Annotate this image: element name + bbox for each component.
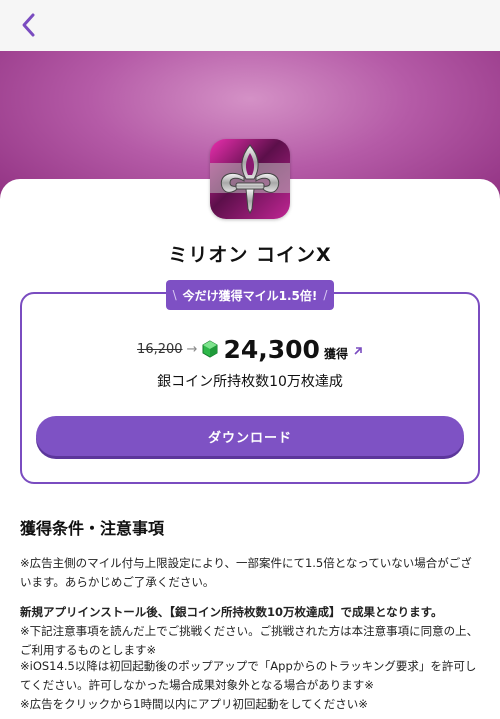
bonus-badge: \ 今だけ獲得マイル1.5倍! / — [166, 280, 334, 310]
notes-title: 獲得条件・注意事項 — [20, 519, 165, 538]
external-arrow-icon — [353, 341, 363, 355]
note-paragraph: ※下記注意事項を読んだ上でご挑戦ください。ご挑戦された方は本注意事項に同意の上、… — [20, 624, 479, 657]
reward-row: 16,200 → 24,300 獲得 — [0, 334, 500, 364]
reward-unit: 獲得 — [323, 346, 348, 361]
chevron-left-icon[interactable] — [14, 10, 44, 40]
note-paragraph: ※広告をクリックから1時間以内にアプリ初回起動をしてください※ — [20, 697, 368, 711]
badge-left-mark: \ — [172, 288, 177, 302]
note-paragraph: 新規アプリインストール後、【銀コイン所持枚数10万枚達成】で成果となります。 — [20, 605, 443, 619]
top-bar — [0, 0, 500, 51]
download-button[interactable]: ダウンロード — [36, 416, 464, 456]
old-reward: 16,200 — [137, 341, 183, 357]
arrow-right-icon: → — [186, 341, 198, 357]
app-name: ミリオン コインX — [168, 244, 332, 266]
badge-right-mark: / — [323, 288, 328, 302]
green-gem-icon — [201, 340, 219, 358]
badge-text: 今だけ獲得マイル1.5倍! — [182, 288, 318, 303]
achievement-condition: 銀コイン所持枚数10万枚達成 — [157, 374, 343, 390]
fleur-de-lis-icon — [210, 139, 290, 219]
note-paragraph: ※広告主側のマイル付与上限設定により、一部案件にて1.5倍となっていない場合がご… — [20, 556, 472, 589]
new-reward: 24,300 — [223, 334, 320, 364]
note-paragraph: ※iOS14.5以降は初回起動後のポップアップで「Appからのトラッキング要求」… — [20, 659, 477, 692]
